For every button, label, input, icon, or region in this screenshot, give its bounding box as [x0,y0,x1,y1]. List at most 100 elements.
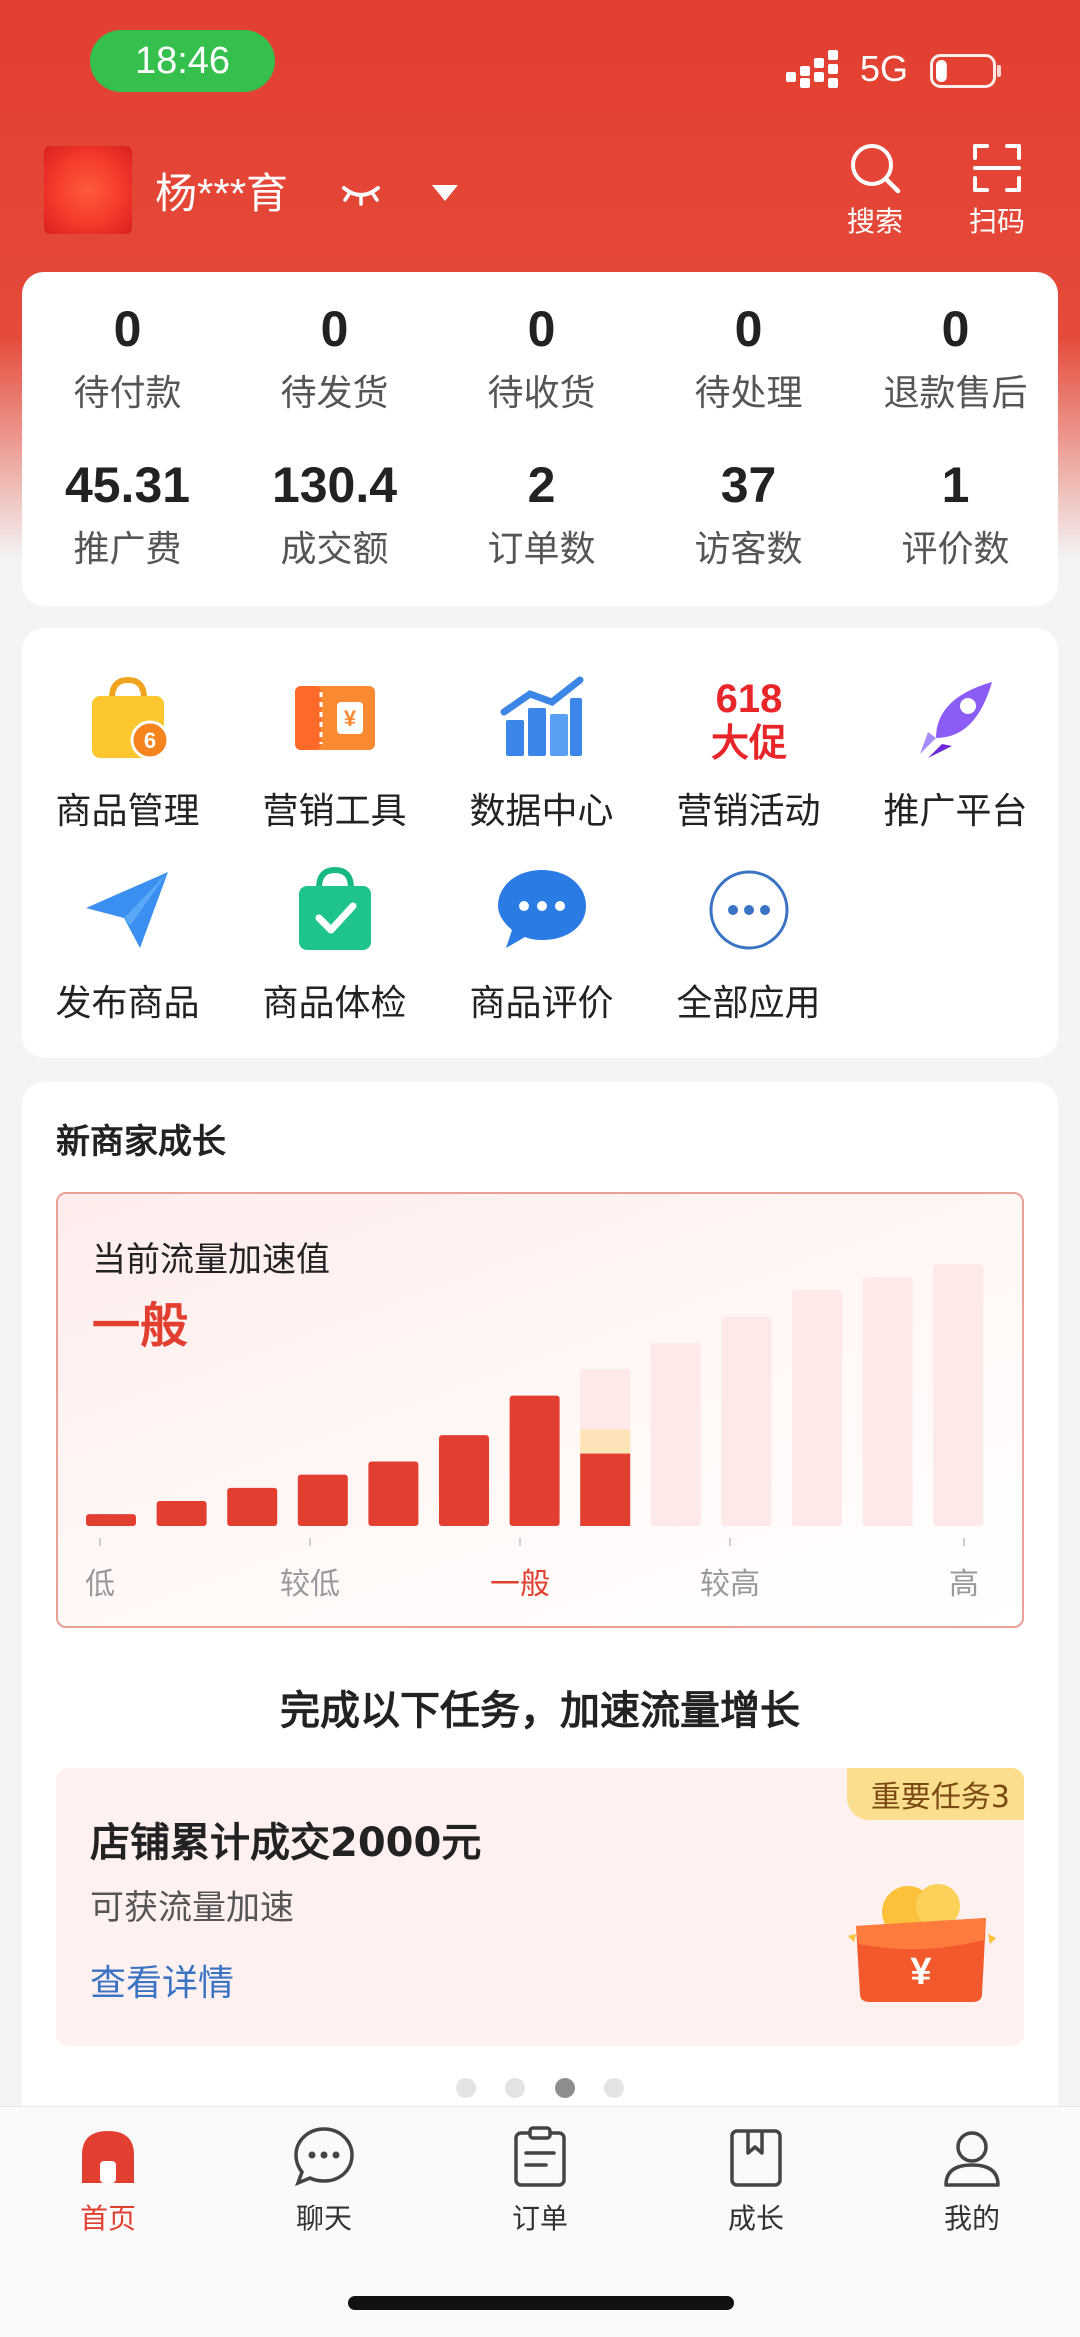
search-button[interactable]: 搜索 [830,140,920,240]
red-envelope-gift-icon: ¥ [848,1884,996,2002]
stat-pending-shipment[interactable]: 0 待发货 [231,300,438,416]
app-promotion-platform[interactable]: 推广平台 [852,668,1059,834]
app-label: 推广平台 [883,791,1028,832]
chart-bar-locked [721,1316,772,1526]
stat-value: 0 [527,301,556,357]
app-badge-count: 6 [143,728,155,753]
carousel-dot[interactable] [456,2078,477,2098]
stat-value: 0 [113,301,142,357]
status-time[interactable]: 18:46 [90,30,275,92]
stat-label: 访客数 [694,529,803,570]
stat-review-count[interactable]: 1 评价数 [852,456,1059,572]
stat-pending-payment[interactable]: 0 待付款 [24,300,231,416]
tab-growth[interactable]: 成长 [648,2125,864,2237]
chart-bar-partial-glow [580,1429,631,1454]
network-type: 5G [860,48,909,89]
stat-promotion-fee[interactable]: 45.31 推广费 [24,456,231,572]
stat-order-count[interactable]: 2 订单数 [438,456,645,572]
tab-home[interactable]: 首页 [0,2125,216,2237]
promo-number: 618 [715,677,782,721]
tab-label: 成长 [727,2202,784,2235]
stat-label: 成交额 [280,529,389,570]
stat-value: 0 [941,301,970,357]
stat-gmv[interactable]: 130.4 成交额 [231,456,438,572]
profile-icon [944,2131,1000,2187]
caret-down-icon[interactable] [430,182,460,204]
tab-label: 首页 [79,2202,136,2235]
cellular-signal-icon [786,50,838,88]
home-indicator[interactable] [348,2296,734,2310]
stat-value: 37 [720,457,777,513]
stat-refunds[interactable]: 0 退款售后 [852,300,1059,416]
growth-title: 新商家成长 [56,1122,226,1162]
chart-bar-achieved [156,1500,207,1526]
scan-icon [973,144,1021,192]
task-badge: 重要任务3 [846,1768,1024,1820]
chat-icon [294,2127,354,2187]
hidden-eye-icon[interactable] [340,178,382,208]
chart-axis-label: 较高 [700,1567,760,1602]
view-details-link[interactable]: 查看详情 [90,1954,234,2006]
app-label: 全部应用 [676,983,821,1024]
stat-label: 评价数 [901,529,1010,570]
chart-axis-label: 低 [85,1567,115,1602]
chart-bar-achieved [439,1435,489,1526]
stat-pending-receipt[interactable]: 0 待收货 [438,300,645,416]
chart-bar-achieved [297,1474,348,1526]
chart-bar-locked [792,1290,842,1526]
stat-value: 1 [941,457,970,513]
status-bar: 18:46 5G [0,0,1080,130]
shop-avatar[interactable] [44,146,132,234]
stat-value: 45.31 [64,457,191,513]
stat-label: 退款售后 [883,373,1028,414]
battery-icon [930,54,1001,88]
task-card[interactable]: 重要任务3 店铺累计成交2000元 可获流量加速 查看详情 ¥ [56,1768,1024,2046]
tab-orders[interactable]: 订单 [432,2125,648,2237]
app-publish-product[interactable]: 发布商品 [24,860,231,1026]
carousel-dot[interactable] [505,2078,526,2098]
app-label: 商品评价 [469,983,614,1024]
stat-value: 2 [527,457,556,513]
data-chart-icon [500,676,583,756]
stat-visitor-count[interactable]: 37 访客数 [645,456,852,572]
tab-label: 聊天 [295,2202,352,2235]
shop-stats-card: 0 待付款 0 待发货 0 待收货 0 待处理 0 退款售后 45.31 推广费… [22,272,1058,606]
app-marketing-tools[interactable]: ¥ 营销工具 [231,668,438,834]
app-product-reviews[interactable]: 商品评价 [438,860,645,1026]
chart-axis-label: 一般 [490,1567,550,1602]
carousel-dot[interactable] [603,2078,624,2098]
growth-book-icon [730,2129,782,2187]
carousel-dot-active[interactable] [554,2078,575,2098]
tab-chat[interactable]: 聊天 [216,2125,432,2237]
scan-button[interactable]: 扫码 [952,140,1042,240]
traffic-boost-bars: 低 较低 一般 较高 高 [85,1264,984,1602]
promo-text: 大促 [710,721,786,765]
app-all-apps[interactable]: 全部应用 [645,860,852,1026]
app-marketing-events[interactable]: 618 大促 营销活动 [645,668,852,834]
stat-value: 0 [320,301,349,357]
stat-label: 待发货 [280,373,389,414]
chart-bar-partial-fill [580,1453,631,1526]
traffic-boost-chart[interactable]: 当前流量加速值 一般 低较低 一般 较高高 [56,1192,1024,1628]
search-label: 搜索 [846,205,903,238]
tab-profile[interactable]: 我的 [864,2125,1080,2237]
app-data-center[interactable]: 数据中心 [438,668,645,834]
app-product-management[interactable]: 6 商品管理 [24,668,231,834]
app-product-checkup[interactable]: 商品体检 [231,860,438,1026]
app-label: 商品管理 [55,791,200,832]
app-label: 商品体检 [262,983,407,1024]
chart-axis-label: 较低 [280,1567,340,1602]
chart-bar-locked [650,1342,701,1526]
shop-name[interactable]: 杨***育 [155,160,288,221]
stat-label: 待付款 [73,373,182,414]
stat-value: 0 [734,301,763,357]
stat-value: 130.4 [271,457,398,513]
tab-label: 订单 [511,2202,568,2235]
stat-pending-handling[interactable]: 0 待处理 [645,300,852,416]
app-label: 营销工具 [262,791,407,832]
merchant-growth-card: 新商家成长 当前流量加速值 一般 低较低 一般 较高高 完成以下任务，加速流量增长 … [22,1082,1058,2122]
tab-label: 我的 [943,2202,1000,2235]
paper-plane-icon [85,872,168,948]
more-dots-icon [709,870,788,950]
app-label: 发布商品 [55,983,200,1024]
